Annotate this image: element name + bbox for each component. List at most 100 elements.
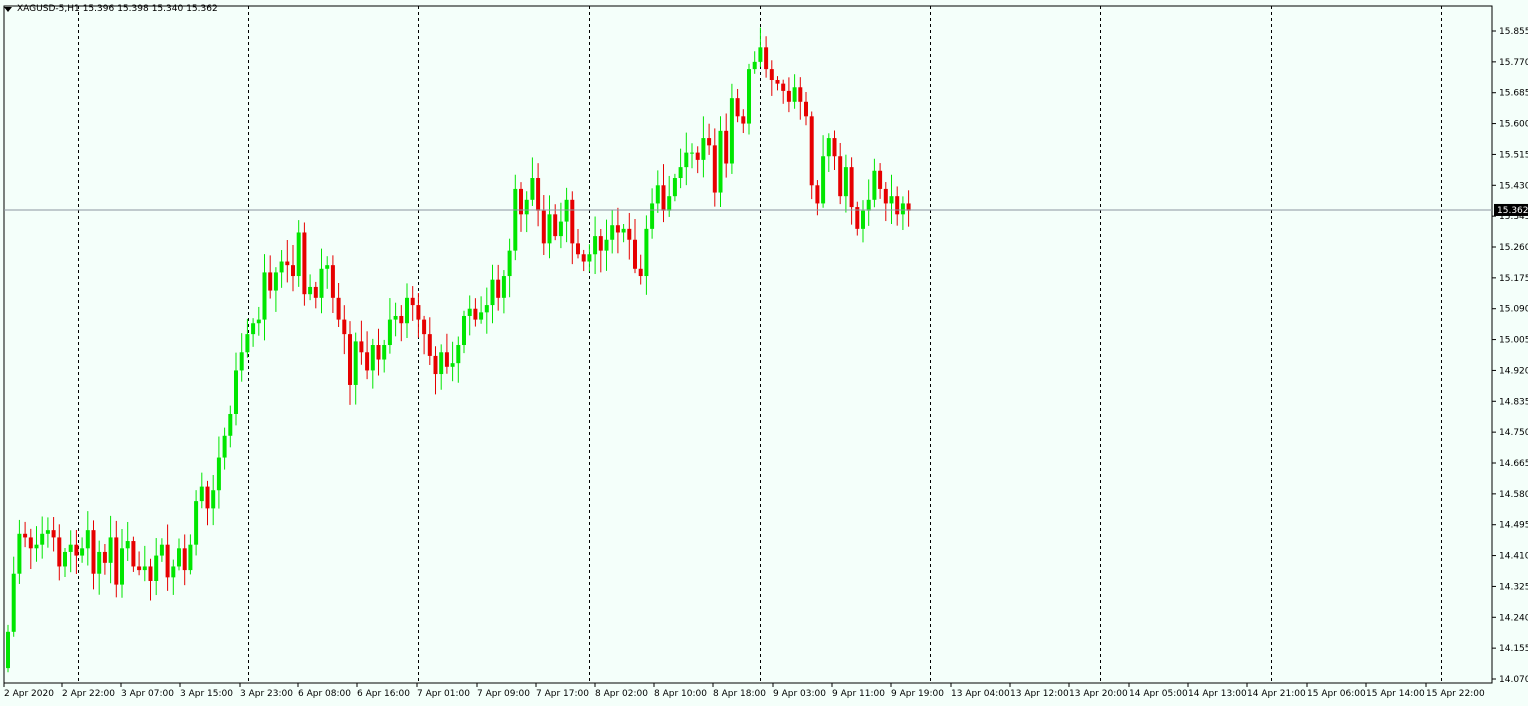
bull-candle — [650, 188, 655, 239]
x-tick-label: 14 Apr 05:00 — [1129, 689, 1188, 699]
candle-body — [165, 544, 170, 578]
bull-candle — [604, 219, 609, 271]
y-tick-label: 14.835 — [1499, 397, 1528, 407]
bull-candle — [490, 264, 495, 324]
candle-body — [131, 541, 136, 567]
y-tick-label: 14.920 — [1499, 366, 1528, 376]
bull-candle — [456, 336, 461, 383]
bear-candle — [57, 524, 62, 581]
y-tick-label: 14.750 — [1499, 428, 1528, 438]
candle-body — [57, 537, 62, 567]
price-plot[interactable]: 15.855 15.770 15.685 15.600 15.515 15.430 15.3… — [0, 0, 1528, 706]
candle-body — [564, 199, 569, 222]
candle-body — [34, 544, 39, 549]
bull-candle — [752, 51, 757, 74]
candle-body — [553, 214, 558, 237]
bull-candle — [792, 74, 797, 109]
bull-candle — [826, 133, 831, 173]
y-tick-label: 14.240 — [1499, 613, 1528, 623]
bear-candle — [798, 77, 803, 120]
x-tick-label: 13 Apr 12:00 — [1010, 689, 1069, 699]
candle-body — [684, 152, 689, 168]
candle-body — [68, 544, 73, 552]
bear-candle — [74, 529, 79, 574]
bear-candle — [786, 77, 791, 113]
bull-candle — [387, 298, 392, 354]
candle-body — [393, 315, 398, 320]
bear-candle — [91, 520, 96, 590]
bull-candle — [684, 132, 689, 186]
candle-body — [650, 203, 655, 229]
bull-candle — [718, 116, 723, 208]
bull-candle — [678, 148, 683, 189]
bull-candle — [222, 427, 227, 470]
bear-candle — [433, 346, 438, 395]
candle-body — [182, 548, 187, 571]
bull-candle — [382, 339, 387, 373]
candle-body — [148, 566, 153, 581]
candle-body — [262, 272, 267, 320]
candle-body — [456, 345, 461, 364]
bull-candle — [872, 158, 877, 208]
chart[interactable]: XAGUSD-5,H1 15.396 15.398 15.340 15.362 … — [0, 0, 1528, 706]
candle-body — [530, 178, 535, 200]
candle-body — [861, 210, 865, 229]
bear-candle — [804, 92, 808, 126]
bear-candle — [627, 212, 632, 260]
bull-candle — [199, 472, 204, 509]
candle-body — [194, 501, 199, 545]
candle-body — [102, 551, 107, 563]
bull-candle — [747, 63, 751, 135]
candle-body — [365, 352, 370, 371]
candle-body — [17, 533, 22, 574]
bull-candle — [564, 187, 569, 243]
candle-body — [376, 345, 381, 360]
candle-body — [330, 265, 335, 298]
bull-candle — [63, 547, 67, 577]
x-tick-label: 3 Apr 15:00 — [180, 689, 233, 699]
bear-candle — [496, 264, 501, 311]
candle-body — [85, 530, 90, 549]
bull-candle — [524, 191, 529, 233]
x-tick-label: 8 Apr 02:00 — [595, 689, 648, 699]
bear-candle — [365, 331, 370, 380]
x-tick-label: 6 Apr 08:00 — [298, 689, 351, 699]
bull-candle — [239, 333, 244, 382]
candle-body — [690, 152, 694, 154]
candle-body — [422, 319, 427, 335]
candle-body — [399, 315, 404, 324]
bull-candle — [194, 490, 199, 556]
candle-body — [416, 305, 421, 320]
bull-candle — [353, 332, 358, 405]
bull-candle — [273, 267, 278, 312]
candle-body — [593, 236, 598, 255]
candle-body — [883, 188, 888, 204]
candle-body — [387, 319, 392, 346]
candle-body — [108, 537, 113, 563]
candle-body — [74, 544, 79, 556]
candle-body — [712, 145, 717, 193]
bull-candle — [450, 341, 455, 382]
candle-body — [781, 83, 786, 91]
bear-candle — [638, 254, 643, 285]
candle-body — [581, 254, 586, 262]
bear-candle — [348, 321, 352, 405]
x-tick-label: 13 Apr 20:00 — [1069, 689, 1128, 699]
bear-candle — [148, 558, 153, 601]
bull-candle — [690, 143, 694, 169]
candle-body — [216, 457, 221, 491]
bull-candle — [85, 511, 90, 566]
bull-candle — [644, 215, 649, 295]
bull-candle — [159, 538, 164, 562]
candle-body — [667, 196, 672, 211]
bull-candle — [251, 318, 256, 347]
candle-body — [171, 566, 176, 578]
y-tick-label: 14.495 — [1499, 521, 1528, 531]
bull-candle — [308, 274, 313, 301]
bull-candle — [758, 27, 763, 68]
bear-candle — [359, 320, 364, 365]
bear-candle — [633, 219, 637, 274]
candle-body — [792, 87, 797, 102]
bear-candle — [376, 328, 381, 376]
bear-candle — [781, 79, 786, 104]
